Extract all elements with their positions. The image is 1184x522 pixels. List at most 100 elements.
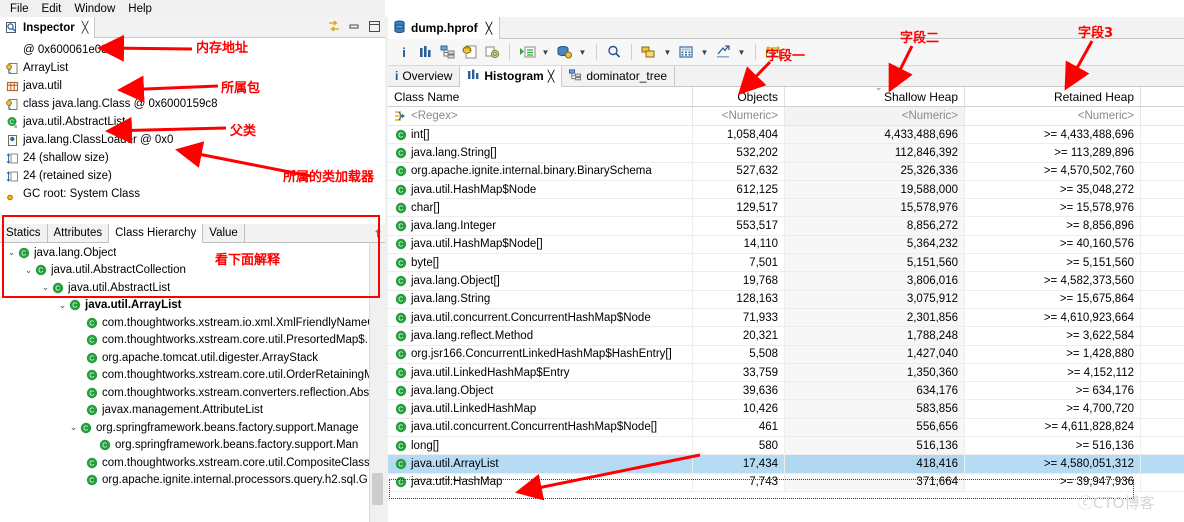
chevron-down-icon[interactable]: ▼ [698,42,711,62]
inspector-row-package[interactable]: java.util [2,77,385,95]
minimize-icon[interactable] [347,19,362,34]
export-icon[interactable] [713,42,733,62]
run-expert-system-icon[interactable] [517,42,537,62]
inspector-row-address[interactable]: @ 0x600061e08 [2,41,385,59]
tree-node[interactable]: C com.thoughtworks.xstream.core.util.Ord… [0,367,369,385]
tab-statics[interactable]: Statics [0,224,48,242]
menu-item-help[interactable]: Help [122,2,159,16]
chevron-down-icon[interactable]: ⌄ [57,300,68,311]
svg-text:C: C [398,260,403,267]
table-row[interactable]: Cjava.util.HashMap$Node[] 14,110 5,364,232… [388,235,1184,255]
close-icon[interactable]: ╳ [548,70,555,83]
tab-value[interactable]: Value [203,224,245,242]
tree-node[interactable]: C com.thoughtworks.xstream.core.util.Com… [0,454,369,472]
chevron-down-icon[interactable]: ▼ [661,42,674,62]
close-icon[interactable]: ╳ [82,21,89,34]
column-header-shallow-heap[interactable]: ⌄ Shallow Heap [784,82,964,106]
tab-histogram[interactable]: Histogram ╳ [460,66,563,87]
filter-shallow-heap[interactable]: <Numeric> [784,107,964,125]
tab-dump-hprof[interactable]: dump.hprof ╳ [388,17,501,39]
settings-gear-icon[interactable] [482,42,502,62]
inspector-row-class-object[interactable]: c class java.lang.Class @ 0x6000159c8 [2,95,385,113]
chevron-down-icon[interactable]: ▼ [576,42,589,62]
cell-objects: 14,110 [692,235,784,254]
table-row[interactable]: Cjava.util.concurrent.ConcurrentHashMap$… [388,418,1184,438]
scrollbar-thumb[interactable] [372,473,383,505]
filter-retained-heap[interactable]: <Numeric> [964,107,1140,125]
tab-attributes[interactable]: Attributes [47,224,110,242]
filter-class-name[interactable]: <Regex> [388,107,692,125]
tree-node[interactable]: ⌄ C java.util.AbstractCollection [0,262,369,280]
inspector-icon [4,20,19,35]
column-header-retained-heap[interactable]: Retained Heap [964,87,1140,106]
tree-node[interactable]: C org.springframework.beans.factory.supp… [0,437,369,455]
tree-node[interactable]: C com.thoughtworks.xstream.converters.re… [0,384,369,402]
tab-class-hierarchy[interactable]: Class Hierarchy [109,224,204,243]
column-header-objects[interactable]: Objects [692,87,784,106]
link-with-editor-icon[interactable] [327,19,342,34]
table-row[interactable]: Cjava.util.LinkedHashMap 10,426 583,856 >= … [388,400,1184,419]
chevron-down-icon[interactable]: ⌄ [23,265,34,276]
info-icon[interactable]: i [394,42,414,62]
tree-node[interactable]: ⌄ C org.springframework.beans.factory.su… [0,419,369,437]
menu-item-edit[interactable]: Edit [36,2,69,16]
calculator-icon[interactable] [676,42,696,62]
tree-node[interactable]: C org.apache.ignite.internal.processors.… [0,472,369,490]
chevron-down-icon[interactable]: ⌄ [68,422,79,433]
menu-item-window[interactable]: Window [68,2,122,16]
tab-overview[interactable]: i Overview [388,66,461,86]
inspector-row-shallow-size[interactable]: 24 (shallow size) [2,149,385,167]
table-row[interactable]: Cjava.lang.Object 39,636 634,176 >= 634,176 [388,382,1184,401]
column-header-class-name[interactable]: Class Name [388,87,692,106]
class-hierarchy-tree[interactable]: ⌄ C java.lang.Object ⌄ C java.util.Abstr… [0,243,369,522]
table-row[interactable]: Cbyte[] 7,501 5,151,560 >= 5,151,560 [388,254,1184,273]
tree-node[interactable]: C org.apache.tomcat.util.digester.ArrayS… [0,349,369,367]
table-row[interactable]: Cjava.lang.String[] 532,202 112,846,392 >= … [388,144,1184,163]
search-icon[interactable] [604,42,624,62]
tree-node[interactable]: C com.thoughtworks.xstream.core.util.Pre… [0,332,369,350]
group-by-icon[interactable] [639,42,659,62]
maximize-icon[interactable] [367,19,382,34]
table-filter-row[interactable]: <Regex> <Numeric> <Numeric> <Numeric> [388,107,1184,126]
table-row[interactable]: Cchar[] 129,517 15,578,976 >= 15,578,976 [388,199,1184,218]
table-row[interactable]: Cjava.util.HashMap$Node 612,125 19,588,000… [388,180,1184,200]
table-row[interactable]: Cjava.util.concurrent.ConcurrentHashMap$… [388,308,1184,328]
menu-item-file[interactable]: File [4,2,36,16]
inspector-row-superclass[interactable]: C s java.util.AbstractList [2,113,385,131]
chevron-down-icon[interactable]: ▼ [735,42,748,62]
tab-dominator-tree[interactable]: dominator_tree [562,66,676,86]
tree-node[interactable]: C com.thoughtworks.xstream.io.xml.XmlFri… [0,314,369,332]
table-row[interactable]: Cjava.lang.Integer 553,517 8,856,272 >= 8,8… [388,217,1184,236]
filter-objects[interactable]: <Numeric> [692,107,784,125]
inspector-row-classloader[interactable]: java.lang.ClassLoader @ 0x0 [2,131,385,149]
tree-node[interactable]: C javax.management.AttributeList [0,402,369,420]
chevron-down-icon[interactable]: ▼ [539,42,552,62]
tree-node-selected-class[interactable]: ⌄ C java.util.ArrayList [0,297,369,315]
chevron-down-icon[interactable]: ⌄ [40,282,51,293]
class-hierarchy-scrollbar[interactable] [369,243,385,522]
close-icon[interactable]: ╳ [486,22,493,35]
inspector-row-class-simple[interactable]: c ArrayList [2,59,385,77]
histogram-icon[interactable] [416,42,436,62]
oql-icon[interactable]: QL [460,42,480,62]
tree-node[interactable]: ⌄ C java.util.AbstractList [0,279,369,297]
table-row[interactable]: Clong[] 580 516,136 >= 516,136 [388,437,1184,456]
table-row[interactable]: Corg.jsr166.ConcurrentLinkedHashMap$Hash… [388,345,1184,364]
table-row[interactable]: Cint[] 1,058,404 4,433,488,696 >= 4,433,488… [388,126,1184,145]
table-row[interactable]: Cjava.util.LinkedHashMap$Entry 33,759 1,35… [388,363,1184,383]
table-row[interactable]: Cjava.lang.Object[] 19,768 3,806,016 >= 4,5… [388,272,1184,291]
pin-icon[interactable] [371,224,385,242]
chevron-down-icon[interactable]: ⌄ [6,247,17,258]
inspector-row-gc-root[interactable]: GC root: System Class [2,185,385,203]
query-browser-icon[interactable] [554,42,574,62]
table-row[interactable]: Cjava.util.HashMap 7,743 371,664 >= 39,947,… [388,473,1184,492]
table-row[interactable]: Cjava.lang.String 128,163 3,075,912 >= 15,6… [388,290,1184,309]
classloader-icon [5,133,19,147]
cell-class-name-text: java.util.HashMap [411,476,503,489]
table-row[interactable]: Corg.apache.ignite.internal.binary.Binar… [388,162,1184,181]
table-row[interactable]: Cjava.lang.reflect.Method 20,321 1,788,248… [388,327,1184,346]
table-row-selected[interactable]: Cjava.util.ArrayList 17,434 418,416 >= 4,58… [388,455,1184,474]
tab-inspector[interactable]: Inspector ╳ [0,17,96,38]
tree-node[interactable]: ⌄ C java.lang.Object [0,244,369,262]
dominator-tree-icon[interactable] [438,42,458,62]
